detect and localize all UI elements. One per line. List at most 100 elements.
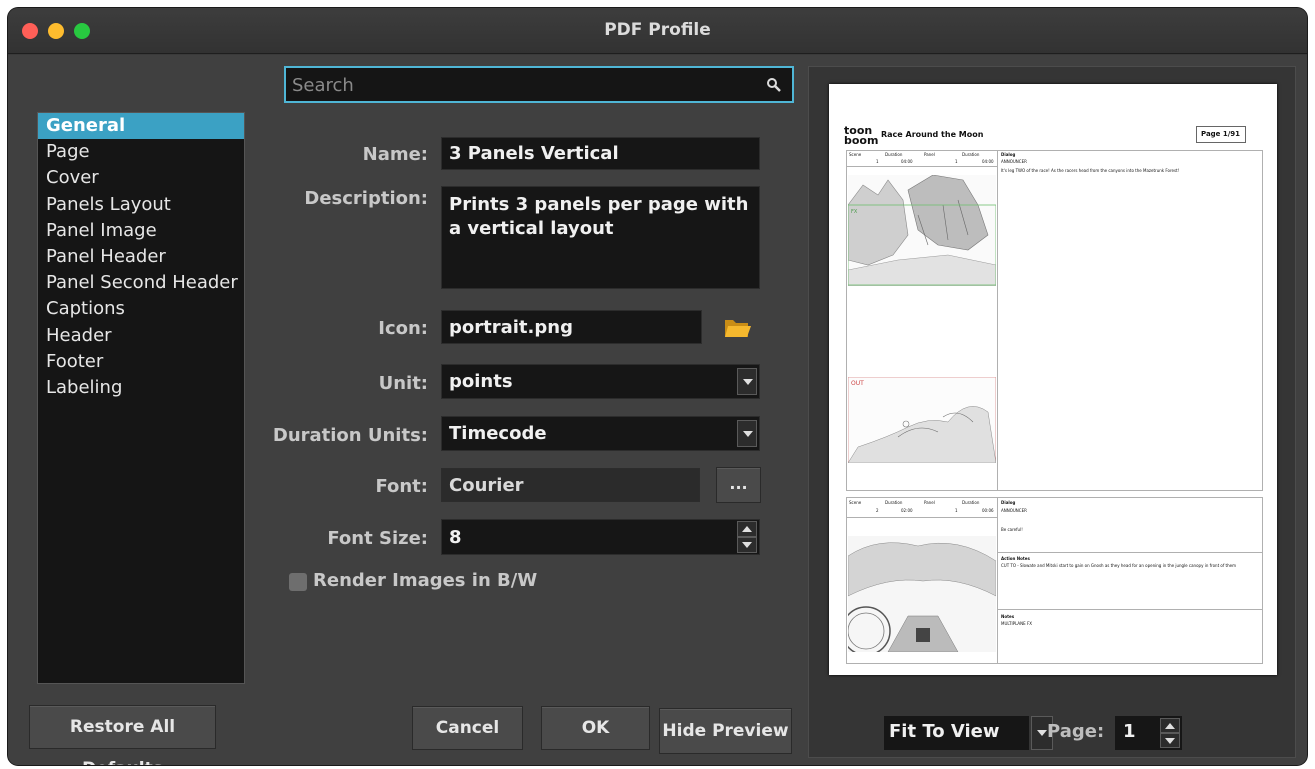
icon-label: Icon: — [378, 318, 428, 339]
notes-text: MULTIPLANE FX — [1001, 621, 1032, 626]
dialog-title: Dialog — [1001, 152, 1016, 157]
folder-icon[interactable] — [724, 317, 752, 339]
dialog-text: Be careful! — [1001, 527, 1023, 532]
unit-value: points — [449, 371, 513, 392]
duration-label: Duration — [885, 152, 903, 157]
font-size-field[interactable]: 8 — [441, 519, 760, 555]
caption-divider — [997, 609, 1263, 610]
font-size-value: 8 — [449, 527, 462, 548]
description-field[interactable]: Prints 3 panels per page with a vertical… — [441, 186, 760, 289]
preview-page: toon boom Race Around the Moon Page 1/91… — [829, 84, 1277, 675]
notes-title: Notes — [1001, 614, 1015, 619]
duration-units-label: Duration Units: — [272, 425, 428, 446]
duration-value: 02:00 — [901, 508, 913, 513]
category-item-panel-second-header[interactable]: Panel Second Header — [38, 270, 244, 296]
duration-label: Duration — [962, 152, 980, 157]
duration-units-select[interactable]: Timecode — [441, 416, 760, 451]
name-label: Name: — [362, 144, 428, 165]
render-bw-label: Render Images in B/W — [313, 570, 538, 591]
panel-label: Panel — [924, 152, 935, 157]
scene-label: Scene — [849, 500, 862, 505]
panel-value: 1 — [955, 508, 958, 513]
category-item-page[interactable]: Page — [38, 139, 244, 165]
panel-label: Panel — [924, 500, 935, 505]
total-value: 04:00 — [982, 159, 994, 164]
action-notes-title: Action Notes — [1001, 556, 1030, 561]
font-label: Font: — [375, 476, 428, 497]
panel-header-divider — [846, 517, 998, 518]
page-value: 1 — [1123, 721, 1136, 742]
font-size-stepper[interactable] — [737, 521, 757, 553]
storyboard-sketch-2: OUT — [848, 377, 996, 463]
category-item-panel-image[interactable]: Panel Image — [38, 218, 244, 244]
zoom-value: Fit To View — [889, 721, 1000, 742]
total-value: 00:06 — [982, 508, 994, 513]
font-field[interactable]: Courier — [441, 468, 700, 502]
title-bar: PDF Profile — [8, 8, 1307, 54]
caption-divider — [997, 552, 1263, 553]
scene-value: 2 — [876, 508, 879, 513]
fx-tag: FX — [851, 209, 858, 215]
hide-preview-button[interactable]: Hide Preview — [659, 708, 792, 754]
category-item-header[interactable]: Header — [38, 323, 244, 349]
chevron-down-icon[interactable] — [737, 420, 757, 447]
category-item-general[interactable]: General — [38, 113, 244, 140]
unit-select[interactable]: points — [441, 364, 760, 399]
category-item-captions[interactable]: Captions — [38, 296, 244, 322]
icon-field[interactable]: portrait.png — [441, 310, 702, 344]
storyboard-sketch-3 — [848, 536, 996, 652]
ok-button[interactable]: OK — [541, 706, 650, 750]
dialog-title: Dialog — [1001, 500, 1016, 505]
category-item-footer[interactable]: Footer — [38, 349, 244, 375]
out-tag: OUT — [851, 380, 864, 387]
increment-icon[interactable] — [737, 521, 757, 537]
category-item-cover[interactable]: Cover — [38, 165, 244, 191]
decrement-icon[interactable] — [737, 537, 757, 553]
category-list: General Page Cover Panels Layout Panel I… — [37, 112, 245, 684]
project-title: Race Around the Moon — [881, 130, 984, 139]
increment-icon[interactable] — [1160, 718, 1180, 733]
name-field[interactable]: 3 Panels Vertical — [441, 137, 760, 170]
panel-header-divider — [846, 166, 998, 167]
category-item-panels-layout[interactable]: Panels Layout — [38, 192, 244, 218]
decrement-icon[interactable] — [1160, 733, 1180, 748]
duration-value: 04:00 — [901, 159, 913, 164]
search-input[interactable] — [292, 73, 752, 97]
chevron-down-icon[interactable] — [737, 368, 757, 395]
speaker: ANNOUNCER — [1001, 508, 1027, 513]
render-bw-checkbox[interactable] — [289, 573, 307, 591]
scene-label: Scene — [849, 152, 862, 157]
storyboard-sketch-1: FX — [848, 175, 996, 286]
panel-value: 1 — [955, 159, 958, 164]
category-item-panel-header[interactable]: Panel Header — [38, 244, 244, 270]
search-icon[interactable] — [766, 77, 782, 93]
toonboom-logo: toon boom — [844, 124, 879, 147]
dialog-text: It's leg TWO of the race! As the racers … — [1001, 168, 1180, 173]
duration-label: Duration — [885, 500, 903, 505]
font-browse-button[interactable]: ... — [716, 467, 761, 503]
dialog-content: General Page Cover Panels Layout Panel I… — [8, 55, 1307, 765]
restore-all-defaults-button[interactable]: Restore All Defaults — [29, 705, 216, 765]
page-label: Page: — [1047, 721, 1105, 742]
window-title: PDF Profile — [604, 20, 711, 40]
page-stepper[interactable] — [1160, 718, 1180, 748]
duration-label: Duration — [962, 500, 980, 505]
duration-units-value: Timecode — [449, 423, 547, 444]
panel-divider — [997, 150, 998, 491]
preview-panel: toon boom Race Around the Moon Page 1/91… — [808, 66, 1296, 758]
font-size-label: Font Size: — [327, 528, 428, 549]
panel-divider — [997, 497, 998, 664]
description-label: Description: — [304, 188, 428, 209]
search-box — [284, 66, 794, 103]
category-item-labeling[interactable]: Labeling — [38, 375, 244, 401]
page-indicator: Page 1/91 — [1201, 130, 1241, 138]
page-indicator-box: Page 1/91 — [1196, 126, 1246, 143]
action-notes-text: CUT TO - Slowate and Mitski start to gai… — [1001, 563, 1237, 568]
page-field[interactable]: 1 — [1115, 716, 1182, 750]
scene-value: 1 — [876, 159, 879, 164]
pdf-profile-window: PDF Profile General Page Cover Panels La… — [8, 8, 1307, 765]
unit-label: Unit: — [378, 373, 428, 394]
speaker: ANNOUNCER — [1001, 159, 1027, 164]
zoom-select[interactable]: Fit To View — [884, 716, 1053, 750]
cancel-button[interactable]: Cancel — [412, 706, 523, 750]
